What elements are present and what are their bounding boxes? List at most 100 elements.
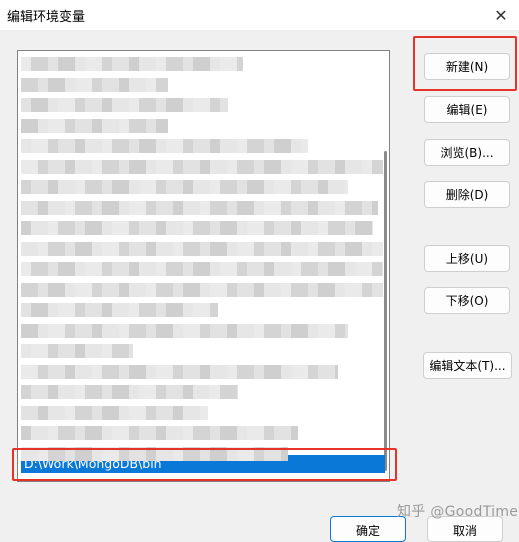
redaction-block bbox=[48, 364, 65, 379]
redaction-block bbox=[200, 241, 210, 256]
redaction-block bbox=[237, 426, 247, 440]
redaction-block bbox=[291, 159, 308, 174]
redaction-block bbox=[21, 57, 31, 71]
redaction-block bbox=[254, 282, 264, 297]
edit-button[interactable]: 编辑(E) bbox=[424, 96, 510, 123]
redaction-block bbox=[308, 159, 318, 174]
redacted-path-item[interactable] bbox=[18, 178, 386, 196]
redaction-block bbox=[264, 200, 281, 215]
redaction-block bbox=[291, 180, 301, 194]
redacted-path-item[interactable] bbox=[18, 322, 386, 340]
redaction-block bbox=[48, 426, 58, 440]
redaction-block bbox=[274, 139, 291, 153]
redacted-path-item[interactable] bbox=[18, 117, 386, 135]
redacted-path-item[interactable] bbox=[18, 445, 386, 463]
redaction-block bbox=[335, 364, 338, 379]
redacted-path-item[interactable] bbox=[18, 363, 386, 381]
redaction-block bbox=[102, 446, 119, 461]
redaction-block bbox=[183, 139, 193, 153]
redaction-block bbox=[335, 282, 345, 297]
redaction-block bbox=[112, 344, 129, 358]
redaction-block bbox=[48, 139, 58, 153]
redaction-block bbox=[129, 282, 146, 297]
redaction-block bbox=[102, 221, 112, 235]
redaction-block bbox=[102, 385, 112, 399]
redaction-block bbox=[48, 200, 65, 215]
redaction-block bbox=[21, 159, 38, 174]
delete-button[interactable]: 删除(D) bbox=[424, 181, 510, 208]
redacted-path-item[interactable] bbox=[18, 383, 386, 401]
redacted-path-item[interactable] bbox=[18, 76, 386, 94]
redaction-block bbox=[345, 180, 348, 194]
redaction-block bbox=[183, 405, 200, 420]
redacted-path-item[interactable] bbox=[18, 342, 386, 360]
redaction-block bbox=[247, 426, 264, 440]
redaction-block bbox=[48, 221, 58, 235]
redaction-block bbox=[31, 344, 48, 358]
redaction-block bbox=[254, 323, 264, 338]
redaction-block bbox=[21, 364, 38, 379]
redaction-block bbox=[112, 180, 129, 194]
redaction-block bbox=[102, 118, 119, 133]
redaction-block bbox=[102, 180, 112, 194]
move-up-button[interactable]: 上移(U) bbox=[424, 245, 510, 272]
redacted-path-item[interactable] bbox=[18, 424, 386, 442]
redaction-block bbox=[291, 364, 308, 379]
redaction-block bbox=[85, 180, 102, 194]
ok-button[interactable]: 确定 bbox=[330, 516, 406, 542]
redaction-block bbox=[183, 200, 200, 215]
redaction-block bbox=[291, 282, 308, 297]
redacted-path-item[interactable] bbox=[18, 96, 386, 114]
edit-text-button[interactable]: 编辑文本(T)... bbox=[423, 352, 512, 379]
redacted-path-item[interactable] bbox=[18, 260, 386, 278]
redaction-block bbox=[58, 344, 75, 358]
redacted-path-item[interactable] bbox=[18, 404, 386, 422]
path-list[interactable]: D:\Work\MongoDB\bin bbox=[17, 50, 390, 482]
redaction-block bbox=[156, 303, 166, 317]
redaction-block bbox=[183, 57, 193, 71]
redacted-path-item[interactable] bbox=[18, 55, 386, 73]
redaction-block bbox=[119, 446, 129, 461]
title-bar: 编辑环境变量 ✕ bbox=[0, 0, 519, 30]
redaction-block bbox=[166, 303, 183, 317]
redaction-block bbox=[139, 303, 156, 317]
redaction-block bbox=[139, 57, 156, 71]
redaction-block bbox=[183, 385, 193, 399]
browse-button[interactable]: 浏览(B)... bbox=[424, 139, 510, 166]
redaction-block bbox=[281, 364, 291, 379]
redaction-block bbox=[183, 262, 193, 276]
redaction-block bbox=[146, 323, 156, 338]
redacted-path-item[interactable] bbox=[18, 137, 386, 155]
new-button[interactable]: 新建(N) bbox=[424, 53, 510, 80]
redacted-path-item[interactable] bbox=[18, 199, 386, 217]
redaction-block bbox=[210, 426, 220, 440]
close-icon[interactable]: ✕ bbox=[483, 0, 519, 30]
redacted-path-item[interactable] bbox=[18, 158, 386, 176]
redaction-block bbox=[58, 385, 75, 399]
redaction-block bbox=[21, 262, 31, 276]
redaction-block bbox=[156, 262, 166, 276]
redaction-block bbox=[193, 385, 210, 399]
redacted-path-item[interactable] bbox=[18, 219, 386, 237]
redaction-block bbox=[173, 159, 183, 174]
redaction-block bbox=[345, 221, 355, 235]
redaction-block bbox=[65, 159, 75, 174]
redacted-path-item[interactable] bbox=[18, 301, 386, 319]
move-down-button[interactable]: 下移(O) bbox=[424, 287, 510, 314]
redaction-block bbox=[193, 139, 210, 153]
redaction-block bbox=[301, 180, 318, 194]
redaction-block bbox=[75, 221, 85, 235]
redaction-block bbox=[102, 344, 112, 358]
redaction-block bbox=[281, 200, 291, 215]
redaction-block bbox=[247, 180, 264, 194]
redaction-block bbox=[102, 364, 119, 379]
redaction-block bbox=[129, 344, 133, 358]
redaction-block bbox=[193, 180, 210, 194]
redaction-block bbox=[65, 364, 75, 379]
redacted-path-item[interactable] bbox=[18, 281, 386, 299]
redacted-path-item[interactable] bbox=[18, 240, 386, 258]
redaction-block bbox=[183, 303, 193, 317]
redaction-block bbox=[58, 180, 75, 194]
redaction-block bbox=[200, 405, 208, 420]
redaction-block bbox=[92, 364, 102, 379]
